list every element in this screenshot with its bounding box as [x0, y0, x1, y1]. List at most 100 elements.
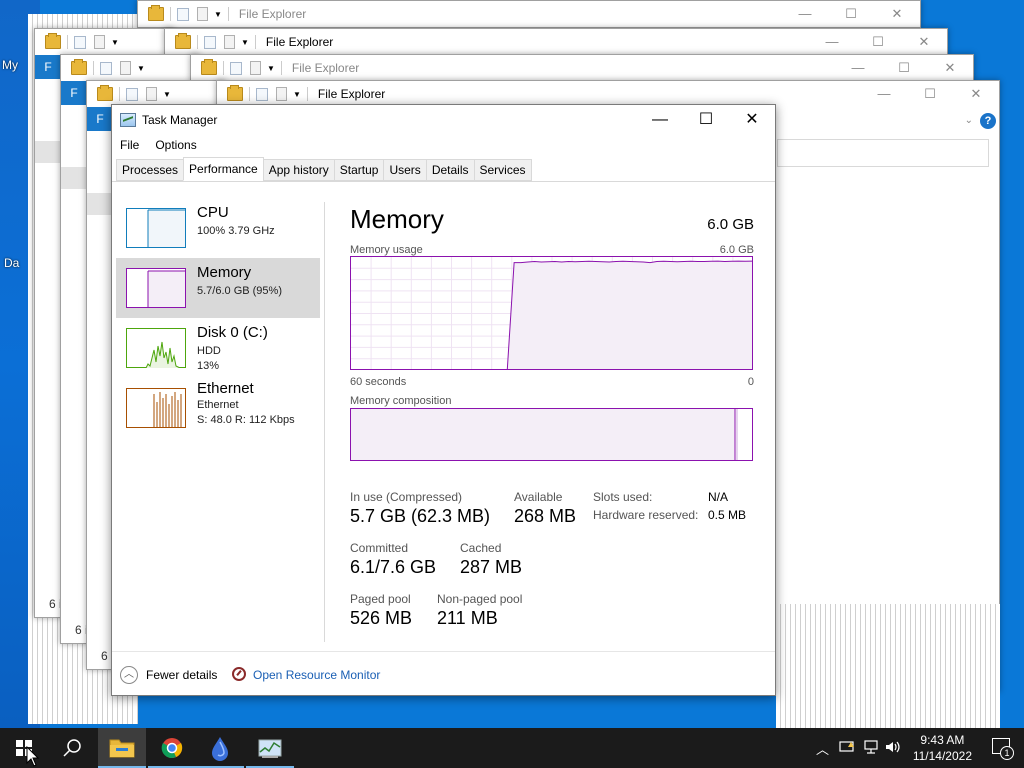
resource-detail: S: 48.0 R: 112 Kbps — [197, 414, 295, 426]
chevron-up-icon[interactable]: ︿ — [816, 739, 829, 758]
close-button[interactable]: ✕ — [901, 29, 947, 55]
task-manager-icon — [258, 739, 282, 758]
file-explorer-window[interactable]: ▼ File Explorer — ☐ ✕ — [190, 54, 974, 82]
slots-used-label: Slots used: — [593, 490, 653, 504]
chevron-down-icon[interactable]: ▼ — [137, 64, 145, 73]
taskbar-ink-app[interactable] — [196, 728, 244, 768]
task-manager-footer: ︿ Fewer details Open Resource Monitor — [112, 651, 775, 695]
properties-icon[interactable] — [100, 61, 112, 75]
panel-title: Memory — [350, 204, 444, 234]
minimize-button[interactable]: — — [782, 1, 828, 27]
tab-users[interactable]: Users — [383, 159, 427, 181]
properties-icon[interactable] — [204, 35, 216, 49]
resource-detail: HDD — [197, 345, 221, 357]
clock[interactable]: 9:43 AM 11/14/2022 — [913, 732, 972, 764]
properties-icon[interactable] — [256, 87, 268, 101]
search-button[interactable] — [48, 728, 96, 768]
menu-file[interactable]: File — [112, 135, 147, 155]
resource-name: CPU — [197, 204, 229, 221]
close-button[interactable]: ✕ — [927, 55, 973, 81]
new-folder-icon[interactable] — [250, 61, 261, 75]
properties-icon[interactable] — [230, 61, 242, 75]
taskbar-chrome[interactable] — [148, 728, 196, 768]
tab-services[interactable]: Services — [473, 159, 532, 181]
properties-icon[interactable] — [74, 35, 86, 49]
time-axis-left: 60 seconds — [350, 376, 407, 388]
chevron-down-icon[interactable]: ▼ — [163, 90, 171, 99]
start-button[interactable] — [0, 728, 48, 768]
tab-details[interactable]: Details — [425, 159, 475, 181]
cpu-thumbnail — [126, 208, 186, 248]
resource-detail: 13% — [197, 360, 220, 372]
volume-icon[interactable] — [884, 738, 902, 756]
resource-item-disk[interactable]: Disk 0 (C:) HDD 13% — [116, 318, 320, 378]
search-box[interactable] — [777, 139, 989, 167]
menu-options[interactable]: Options — [147, 135, 204, 155]
in-use-value: 5.7 GB (62.3 MB) — [350, 506, 491, 526]
window-title: File Explorer — [317, 87, 386, 101]
resource-item-memory[interactable]: Memory 5.7/6.0 GB (95%) — [116, 258, 320, 318]
new-folder-icon[interactable] — [146, 87, 157, 101]
close-button[interactable]: ✕ — [953, 81, 999, 107]
resource-item-cpu[interactable]: CPU 100% 3.79 GHz — [116, 198, 320, 258]
minimize-button[interactable]: — — [637, 105, 683, 135]
new-folder-icon[interactable] — [120, 61, 131, 75]
chevron-down-icon[interactable]: ▼ — [241, 38, 249, 47]
resource-name: Memory — [197, 264, 252, 281]
file-explorer-window[interactable]: ▼ File Explorer — ☐ ✕ — [164, 28, 948, 56]
notification-badge: 1 — [1000, 746, 1014, 760]
new-folder-icon[interactable] — [94, 35, 105, 49]
maximize-button[interactable]: ☐ — [683, 105, 729, 135]
resource-name: Ethernet — [197, 380, 254, 397]
properties-icon[interactable] — [126, 87, 138, 101]
taskbar-file-explorer[interactable] — [98, 728, 146, 768]
chevron-down-icon[interactable]: ▼ — [214, 10, 222, 19]
cached-value: 287 MB — [460, 557, 523, 577]
resource-detail: 100% 3.79 GHz — [197, 225, 275, 237]
folder-icon — [97, 85, 113, 101]
system-tray: ︿ — [814, 728, 914, 768]
available-label: Available — [514, 490, 563, 504]
maximize-button[interactable]: ☐ — [855, 29, 901, 55]
file-explorer-window[interactable]: ▼ File Explorer — ☐ ✕ — [137, 0, 921, 28]
tab-performance[interactable]: Performance — [183, 157, 264, 181]
expand-ribbon-icon[interactable]: ⌄ — [965, 115, 973, 126]
help-icon[interactable]: ? — [980, 113, 996, 129]
network-warning-icon[interactable] — [838, 738, 856, 756]
minimize-button[interactable]: — — [835, 55, 881, 81]
task-manager-window[interactable]: Task Manager — ☐ ✕ File Options Processe… — [111, 104, 776, 696]
close-button[interactable]: ✕ — [729, 105, 775, 135]
ethernet-icon[interactable] — [862, 738, 880, 756]
minimize-button[interactable]: — — [809, 29, 855, 55]
properties-icon[interactable] — [177, 7, 189, 21]
new-folder-icon[interactable] — [224, 35, 235, 49]
fewer-details-button[interactable]: Fewer details — [146, 668, 217, 682]
file-tab[interactable]: F — [61, 81, 87, 105]
usage-series-area — [507, 261, 752, 369]
clock-date: 11/14/2022 — [912, 749, 972, 763]
tab-startup[interactable]: Startup — [333, 159, 385, 181]
maximize-button[interactable]: ☐ — [828, 1, 874, 27]
hardware-reserved-value: 0.5 MB — [708, 508, 747, 522]
desktop-icon-label[interactable]: My — [2, 58, 18, 72]
chevron-down-icon[interactable]: ▼ — [111, 38, 119, 47]
chevron-down-icon[interactable]: ▼ — [293, 90, 301, 99]
resource-item-ethernet[interactable]: Ethernet Ethernet S: 48.0 R: 112 Kbps — [116, 378, 320, 438]
tab-processes[interactable]: Processes — [116, 159, 185, 181]
minimize-button[interactable]: — — [861, 81, 907, 107]
hardware-reserved-label: Hardware reserved: — [593, 508, 699, 522]
chevron-down-icon[interactable]: ▼ — [267, 64, 275, 73]
new-folder-icon[interactable] — [197, 7, 208, 21]
tab-app-history[interactable]: App history — [262, 159, 335, 181]
taskbar-task-manager[interactable] — [246, 728, 294, 768]
chevron-up-icon[interactable]: ︿ — [120, 666, 138, 684]
open-resource-monitor-link[interactable]: Open Resource Monitor — [253, 668, 380, 682]
maximize-button[interactable]: ☐ — [907, 81, 953, 107]
file-tab[interactable]: F — [35, 55, 61, 79]
file-tab[interactable]: F — [87, 107, 113, 131]
desktop-icon-label[interactable]: Da — [4, 256, 19, 270]
new-folder-icon[interactable] — [276, 87, 287, 101]
close-button[interactable]: ✕ — [874, 1, 920, 27]
maximize-button[interactable]: ☐ — [881, 55, 927, 81]
nav-pane-row — [61, 167, 87, 189]
